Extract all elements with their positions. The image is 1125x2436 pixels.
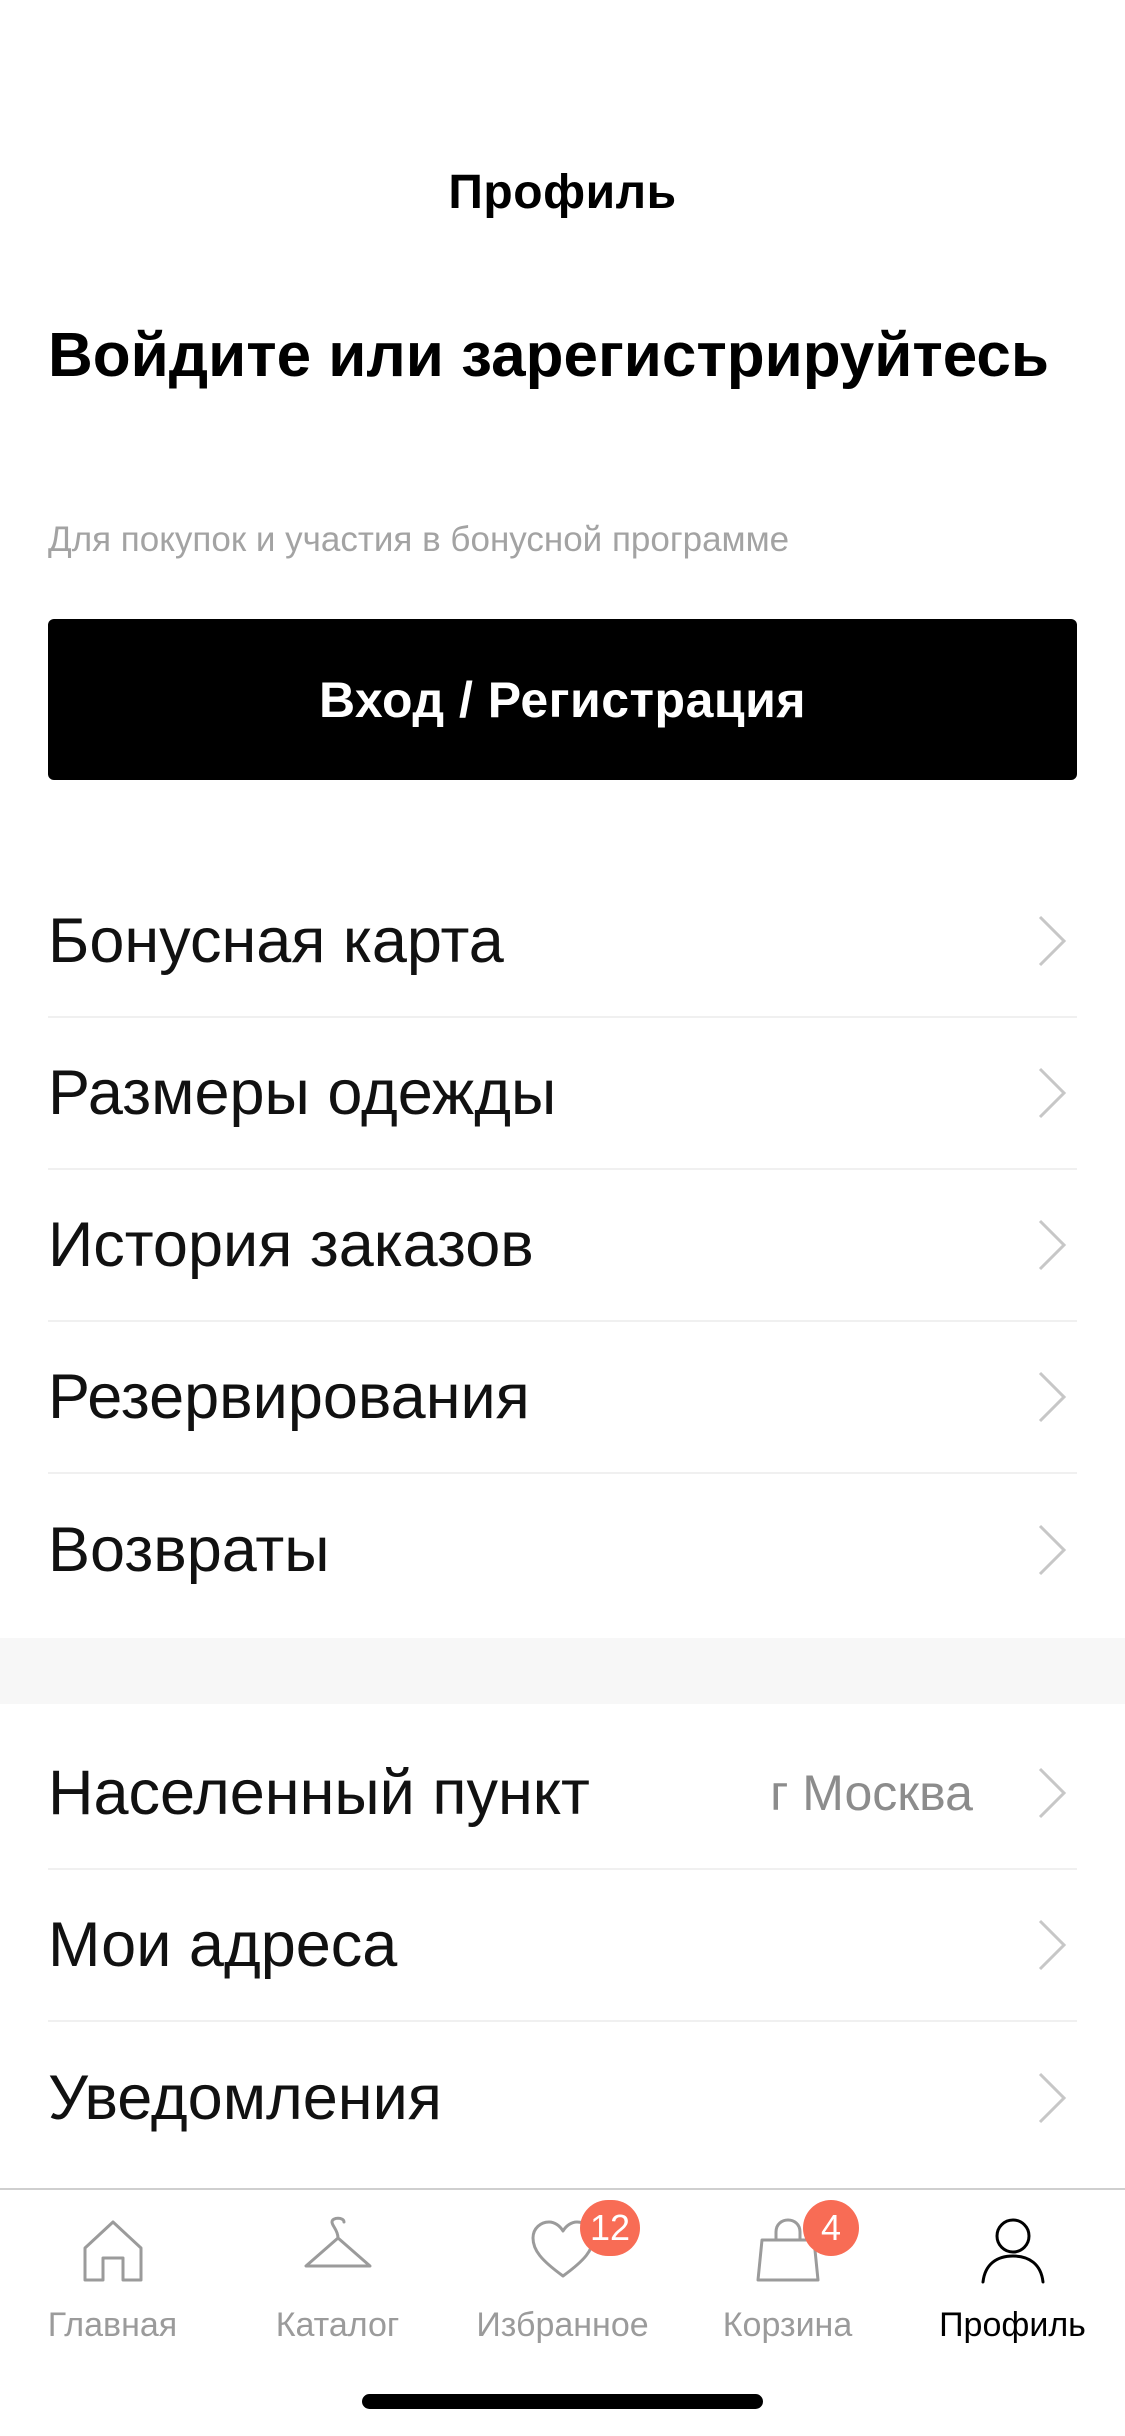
person-icon (973, 2210, 1053, 2290)
tab-cart[interactable]: 4 Корзина (675, 2190, 900, 2370)
home-icon (73, 2210, 153, 2290)
login-heading: Войдите или зарегистрируйтесь (48, 321, 1050, 390)
chevron-right-icon (1033, 2068, 1073, 2128)
menu-item-label: История заказов (48, 1210, 534, 1280)
locality-value: г Москва (770, 1765, 973, 1821)
menu-item-bonus-card[interactable]: Бонусная карта (48, 866, 1077, 1018)
menu-item-label: Бонусная карта (48, 906, 504, 976)
menu-item-notifications[interactable]: Уведомления (48, 2022, 1077, 2174)
tab-home[interactable]: Главная (0, 2190, 225, 2370)
chevron-right-icon (1033, 1520, 1073, 1580)
login-subtitle: Для покупок и участия в бонусной програм… (48, 520, 790, 559)
hanger-icon (298, 2210, 378, 2290)
page-title: Профиль (448, 166, 677, 219)
chevron-right-icon (1033, 1367, 1073, 1427)
tab-label: Каталог (275, 2306, 400, 2344)
menu-item-my-addresses[interactable]: Мои адреса (48, 1870, 1077, 2022)
menu-group-secondary: Населенный пункт г Москва Мои адреса Уве… (48, 1718, 1077, 2174)
menu-item-label: Размеры одежды (48, 1058, 557, 1128)
tab-label: Избранное (476, 2306, 649, 2344)
menu-item-locality[interactable]: Населенный пункт г Москва (48, 1718, 1077, 1870)
chevron-right-icon (1033, 1915, 1073, 1975)
menu-item-label: Уведомления (48, 2063, 442, 2133)
section-divider (0, 1638, 1125, 1704)
tab-catalog[interactable]: Каталог (225, 2190, 450, 2370)
tab-profile[interactable]: Профиль (900, 2190, 1125, 2370)
chevron-right-icon (1033, 1215, 1073, 1275)
login-register-button[interactable]: Вход / Регистрация (48, 619, 1077, 780)
menu-item-reservations[interactable]: Резервирования (48, 1322, 1077, 1474)
tab-label: Профиль (939, 2306, 1086, 2344)
chevron-right-icon (1033, 911, 1073, 971)
tab-label: Главная (47, 2306, 178, 2344)
home-indicator (362, 2394, 763, 2409)
menu-item-label: Мои адреса (48, 1910, 398, 1980)
tab-label: Корзина (722, 2306, 853, 2344)
menu-item-label: Резервирования (48, 1362, 530, 1432)
menu-item-label: Населенный пункт (48, 1758, 590, 1828)
menu-item-order-history[interactable]: История заказов (48, 1170, 1077, 1322)
chevron-right-icon (1033, 1763, 1073, 1823)
chevron-right-icon (1033, 1063, 1073, 1123)
favorites-count-badge: 12 (580, 2200, 641, 2256)
menu-item-clothing-sizes[interactable]: Размеры одежды (48, 1018, 1077, 1170)
tab-favorites[interactable]: 12 Избранное (450, 2190, 675, 2370)
menu-group-primary: Бонусная карта Размеры одежды История за… (48, 866, 1077, 1626)
cart-count-badge: 4 (803, 2200, 859, 2256)
menu-item-label: Возвраты (48, 1515, 330, 1585)
menu-item-returns[interactable]: Возвраты (48, 1474, 1077, 1626)
